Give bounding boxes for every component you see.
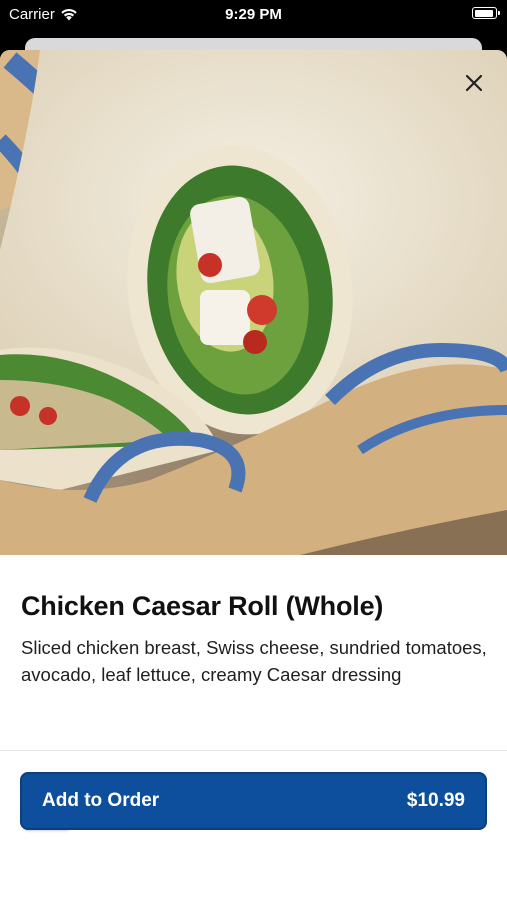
wrap-photo-illustration xyxy=(0,50,507,555)
battery-icon xyxy=(472,7,500,19)
close-icon xyxy=(465,74,483,92)
item-title: Chicken Caesar Roll (Whole) xyxy=(21,591,384,621)
status-time: 9:29 PM xyxy=(225,6,282,23)
status-bar: Carrier 9:29 PM xyxy=(0,0,507,30)
item-info: Chicken Caesar Roll (Whole) Sliced chick… xyxy=(21,555,487,831)
footer-divider xyxy=(0,750,507,751)
item-description: Sliced chicken breast, Swiss cheese, sun… xyxy=(21,637,487,685)
add-to-order-label: Add to Order xyxy=(42,790,160,811)
item-photo xyxy=(0,50,507,555)
add-to-order-button[interactable]: Add to Order $10.99 xyxy=(20,772,487,830)
close-button[interactable] xyxy=(457,66,491,100)
item-price: $10.99 xyxy=(406,790,465,811)
